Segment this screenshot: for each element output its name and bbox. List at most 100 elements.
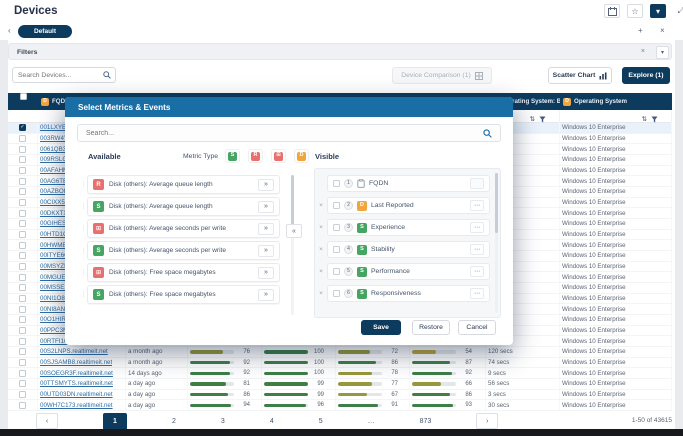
available-scrollbar[interactable] (291, 175, 294, 315)
fullscreen-button[interactable]: ⤢ (673, 4, 683, 18)
available-item-card[interactable]: S Disk (others): Free space megabytes » (87, 285, 280, 304)
available-item[interactable]: ⋮ R Disk (others): Average queue length » (80, 175, 280, 194)
row-checkbox[interactable] (19, 401, 26, 409)
visible-item-card[interactable]: 3 S Experience ⋯ (327, 219, 490, 236)
add-view-button[interactable]: + (638, 26, 643, 35)
visible-item[interactable]: × 2 D Last Reported ⋯ (317, 197, 490, 214)
prev-page-button[interactable]: ‹ (36, 413, 58, 429)
available-item-card[interactable]: ⊞ Disk (others): Free space megabytes » (87, 263, 280, 282)
row-checkbox[interactable] (19, 231, 26, 239)
item-checkbox[interactable] (333, 180, 340, 187)
row-checkbox[interactable] (19, 391, 26, 399)
sort-icon[interactable]: ⇅ (642, 115, 647, 123)
row-checkbox[interactable]: ✓ (19, 124, 26, 132)
visible-item[interactable]: × 3 S Experience ⋯ (317, 219, 490, 236)
move-item-right-button[interactable]: » (258, 200, 274, 213)
table-row[interactable]: 00UTD03DN.realtimeit.net a day ago 86 99 67 8… (8, 389, 672, 401)
select-all-checkbox[interactable] (19, 93, 27, 100)
row-checkbox[interactable] (19, 327, 26, 335)
page-button-4[interactable]: 4 (270, 418, 274, 425)
row-checkbox[interactable] (19, 156, 26, 164)
row-checkbox[interactable] (19, 241, 26, 249)
row-checkbox[interactable] (19, 252, 26, 260)
available-item-card[interactable]: S Disk (others): Average queue length » (87, 197, 280, 216)
visible-scrollbar[interactable] (495, 173, 498, 313)
row-checkbox[interactable] (19, 369, 26, 377)
available-item-card[interactable]: R Disk (others): Average queue length » (87, 175, 280, 194)
visible-item-card[interactable]: 1 FQDN (327, 175, 490, 192)
row-checkbox[interactable] (19, 337, 26, 345)
device-link[interactable]: 00S2LNPS.realtimeit.net (38, 348, 108, 355)
page-button-873[interactable]: 873 (420, 418, 432, 425)
move-all-left-button[interactable]: « (286, 224, 302, 238)
item-checkbox[interactable] (333, 290, 340, 297)
row-checkbox[interactable] (19, 199, 26, 207)
available-item[interactable]: ⋮ ⊞ Disk (others): Average seconds per wri… (80, 219, 280, 238)
row-checkbox[interactable] (19, 348, 26, 356)
drag-handle-icon[interactable]: ⋮ (80, 181, 87, 188)
row-checkbox[interactable] (19, 145, 26, 153)
remove-item-icon[interactable]: × (317, 202, 325, 209)
available-item-card[interactable]: ⊞ Disk (others): Average seconds per writ… (87, 219, 280, 238)
available-item[interactable]: ⋮ ⊞ Disk (others): Free space megabytes » (80, 263, 280, 282)
move-item-right-button[interactable]: » (258, 266, 274, 279)
metric-type-chip-s[interactable]: S (225, 149, 240, 163)
drag-handle-icon[interactable]: ⋮ (80, 203, 87, 210)
row-checkbox[interactable] (19, 135, 26, 142)
row-checkbox[interactable] (19, 263, 26, 271)
column-header-operating-system[interactable]: D Operating System (560, 93, 672, 110)
metric-type-chip-grid[interactable]: ⊞ (271, 149, 286, 163)
item-menu-button[interactable]: ⋯ (470, 200, 484, 211)
table-row[interactable]: 00WH7C173.realtimeit.net a day ago 94 96 91 9… (8, 400, 672, 412)
row-checkbox[interactable] (19, 273, 26, 281)
sort-icon[interactable]: ⇅ (530, 115, 535, 123)
page-button-5[interactable]: 5 (319, 418, 323, 425)
device-link[interactable]: 00UTD03DN.realtimeit.net (38, 391, 113, 398)
row-checkbox[interactable] (19, 167, 26, 175)
drag-handle-icon[interactable]: ⋮ (80, 291, 87, 298)
move-item-right-button[interactable]: » (258, 288, 274, 301)
item-checkbox[interactable] (333, 224, 340, 231)
available-item[interactable]: ⋮ S Disk (others): Average seconds per wri… (80, 241, 280, 260)
filters-expand-button[interactable]: ▾ (656, 45, 669, 59)
visible-item[interactable]: × 4 S Stability ⋯ (317, 241, 490, 258)
visible-item-card[interactable]: 6 S Responsiveness ⋯ (327, 285, 490, 302)
calendar-button[interactable] (604, 4, 620, 18)
available-item[interactable]: ⋮ S Disk (others): Average queue length » (80, 197, 280, 216)
device-link[interactable]: 00TTSMYTS.realtimeit.net (38, 380, 113, 387)
move-item-right-button[interactable]: » (258, 222, 274, 235)
table-row[interactable]: 00TTSMYTS.realtimeit.net a day ago 81 99 77 6… (8, 379, 672, 390)
drag-handle-icon[interactable]: ⋮ (80, 269, 87, 276)
item-menu-button[interactable]: ⋯ (470, 288, 484, 299)
remove-item-icon[interactable]: × (317, 224, 325, 231)
explore-button[interactable]: Explore (1) (622, 67, 670, 84)
table-row[interactable]: 00SOEGR3F.realtimeit.net 14 days ago 92 100… (8, 368, 672, 380)
metric-type-chip-r[interactable]: R (248, 149, 263, 163)
row-checkbox[interactable] (19, 295, 26, 303)
visible-item[interactable]: × 6 S Responsiveness ⋯ (317, 285, 490, 302)
move-item-right-button[interactable]: » (258, 178, 274, 191)
remove-item-icon[interactable]: × (317, 290, 325, 297)
device-link[interactable]: 00WH7C173.realtimeit.net (38, 402, 113, 409)
item-menu-button[interactable]: ⋯ (470, 244, 484, 255)
move-item-right-button[interactable]: » (258, 244, 274, 257)
available-item-card[interactable]: S Disk (others): Average seconds per writ… (87, 241, 280, 260)
table-row[interactable]: 00SJSAMB8.realtimeit.net a month ago 92 100… (8, 357, 672, 369)
row-checkbox[interactable] (19, 220, 26, 228)
metric-type-chip-d[interactable]: D (294, 149, 309, 163)
next-page-button[interactable]: › (476, 413, 499, 429)
row-checkbox[interactable] (19, 305, 26, 313)
row-checkbox[interactable] (19, 177, 26, 185)
item-checkbox[interactable] (333, 268, 340, 275)
drag-handle-icon[interactable]: ⋮ (80, 225, 87, 232)
item-checkbox[interactable] (333, 202, 340, 209)
cancel-button[interactable]: Cancel (458, 320, 496, 335)
restore-button[interactable]: Restore (412, 320, 450, 335)
page-button-2[interactable]: 2 (172, 418, 176, 425)
save-button[interactable]: Save (361, 320, 401, 335)
close-view-button[interactable]: × (660, 26, 665, 35)
drag-handle-icon[interactable]: ⋮ (80, 247, 87, 254)
visible-item[interactable]: 1 FQDN (317, 175, 490, 192)
table-row[interactable]: 00S2LNPS.realtimeit.net a month ago 76 100 7… (8, 347, 672, 358)
device-comparison-button[interactable]: Device Comparison (1) (392, 67, 492, 84)
